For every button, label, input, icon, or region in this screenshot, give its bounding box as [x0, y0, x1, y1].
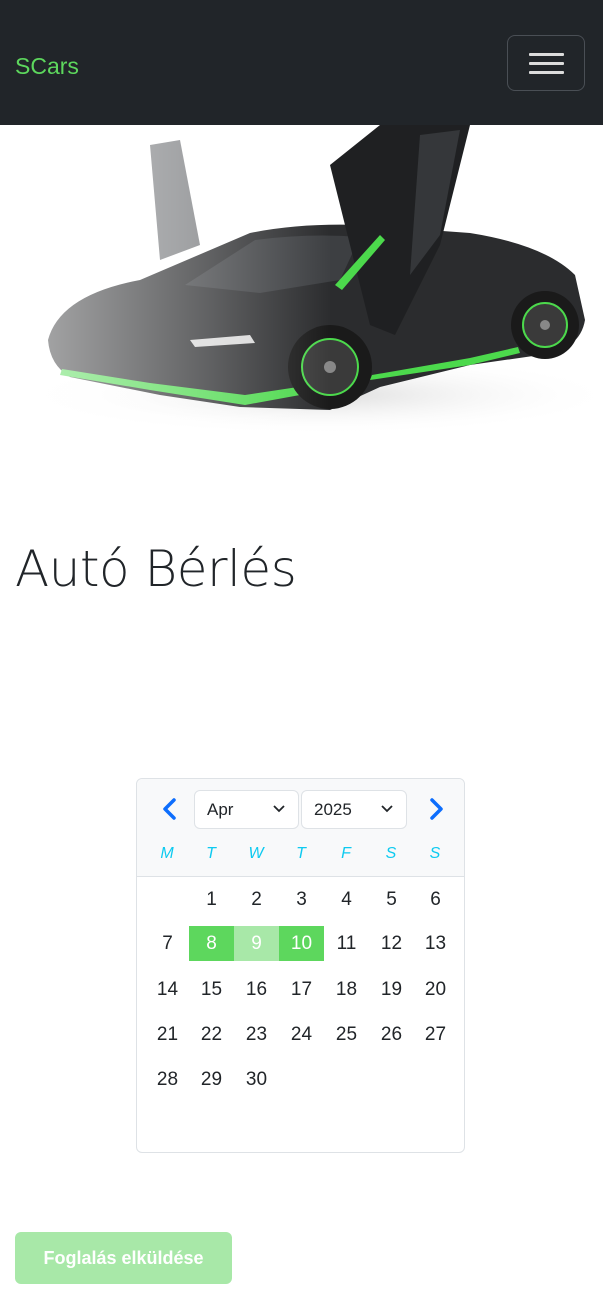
calendar-day[interactable]: 4: [324, 882, 369, 917]
calendar-day[interactable]: 3: [279, 882, 324, 917]
calendar-day[interactable]: 13: [413, 926, 458, 961]
chevron-down-icon: [381, 805, 393, 813]
year-select-value: 2025: [314, 800, 352, 819]
weekday-label: S: [385, 845, 397, 862]
calendar-day[interactable]: 14: [145, 972, 190, 1007]
year-select[interactable]: 2025: [301, 790, 407, 829]
chevron-left-icon: [163, 798, 176, 820]
chevron-down-icon: [273, 805, 285, 813]
calendar-day[interactable]: 25: [324, 1017, 369, 1052]
calendar-day[interactable]: 6: [413, 882, 458, 917]
weekday-label: S: [429, 845, 441, 862]
calendar-day[interactable]: 7: [145, 926, 190, 961]
calendar-day[interactable]: 10: [279, 926, 324, 961]
weekday-label: W: [248, 845, 264, 862]
prev-month-button[interactable]: [157, 795, 183, 823]
calendar-day[interactable]: 18: [324, 972, 369, 1007]
calendar-day[interactable]: 30: [234, 1062, 279, 1097]
calendar-day[interactable]: 2: [234, 882, 279, 917]
weekday-label: T: [296, 845, 306, 862]
calendar-day[interactable]: 12: [369, 926, 414, 961]
calendar-day[interactable]: 19: [369, 972, 414, 1007]
calendar-day[interactable]: 11: [324, 926, 369, 961]
calendar-day[interactable]: 8: [189, 926, 234, 961]
calendar-day[interactable]: 21: [145, 1017, 190, 1052]
calendar-day[interactable]: 26: [369, 1017, 414, 1052]
calendar-day[interactable]: 27: [413, 1017, 458, 1052]
month-select[interactable]: Apr: [194, 790, 299, 829]
calendar-day[interactable]: 20: [413, 972, 458, 1007]
calendar-day[interactable]: 24: [279, 1017, 324, 1052]
calendar-day[interactable]: 15: [189, 972, 234, 1007]
calendar-day[interactable]: 16: [234, 972, 279, 1007]
calendar-day[interactable]: 1: [189, 882, 234, 917]
navbar-toggle-button[interactable]: [507, 35, 585, 91]
weekday-label: M: [160, 845, 174, 862]
weekday-label: F: [341, 845, 351, 862]
hero-car-image: [0, 125, 603, 483]
navbar: SCars: [0, 0, 603, 125]
date-range-picker: Apr 2025 MTWTFSS 1 2 3 4 5 6 7 8 9 10 11 12 13 14 15 16…: [136, 778, 465, 1153]
next-month-button[interactable]: [423, 795, 449, 823]
calendar-day[interactable]: 9: [234, 926, 279, 961]
calendar-day[interactable]: 29: [189, 1062, 234, 1097]
calendar-day[interactable]: 28: [145, 1062, 190, 1097]
month-select-value: Apr: [207, 800, 234, 819]
calendar-day[interactable]: 5: [369, 882, 414, 917]
calendar-day[interactable]: 22: [189, 1017, 234, 1052]
datepicker-header: Apr 2025 M T W T F S S: [137, 779, 464, 877]
weekday-label: T: [206, 845, 216, 862]
navbar-brand[interactable]: SCars: [15, 51, 79, 81]
page-title: Autó Bérlés: [15, 540, 297, 598]
calendar-day[interactable]: 23: [234, 1017, 279, 1052]
chevron-right-icon: [430, 798, 443, 820]
submit-booking-button[interactable]: Foglalás elküldése: [15, 1232, 232, 1284]
calendar-day[interactable]: 17: [279, 972, 324, 1007]
